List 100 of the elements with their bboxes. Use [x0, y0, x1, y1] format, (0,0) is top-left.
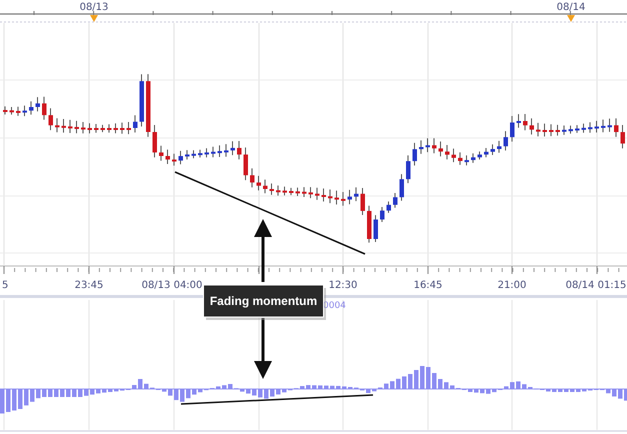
- histogram-bar: [240, 389, 244, 392]
- histogram-bar: [510, 382, 514, 389]
- histogram-bar: [438, 379, 442, 389]
- candlestick: [516, 114, 521, 128]
- histogram-bar: [54, 389, 58, 397]
- histogram-bar: [0, 389, 4, 414]
- histogram-bar: [162, 389, 166, 392]
- candlestick: [419, 140, 424, 154]
- histogram-bar: [102, 389, 106, 393]
- time-label: 5: [2, 280, 8, 291]
- histogram-bar: [96, 389, 100, 394]
- histogram-bar: [414, 370, 418, 389]
- candlestick: [230, 140, 235, 156]
- candlestick: [400, 174, 404, 202]
- candlestick: [490, 144, 495, 156]
- histogram-bar: [84, 389, 88, 396]
- histogram-bar: [486, 389, 490, 394]
- candlestick: [556, 124, 560, 136]
- candlestick: [322, 188, 326, 202]
- candlestick: [88, 122, 92, 134]
- candlestick: [464, 154, 469, 166]
- candlestick: [542, 123, 547, 137]
- histogram-bar: [618, 389, 622, 399]
- indicator-value: 0004: [323, 301, 346, 311]
- candlestick: [530, 118, 534, 136]
- candlestick: [263, 179, 268, 194]
- time-label: 21:00: [498, 280, 526, 291]
- candlestick: [211, 146, 216, 158]
- candlestick: [588, 122, 592, 134]
- histogram-bar: [138, 379, 142, 389]
- candlestick: [250, 168, 254, 188]
- candlestick: [16, 106, 20, 116]
- histogram-bar: [342, 386, 346, 389]
- candlestick: [36, 96, 40, 112]
- candlestick: [10, 106, 14, 116]
- candlestick: [133, 114, 138, 134]
- histogram-bar: [144, 384, 148, 389]
- candlestick: [354, 186, 358, 202]
- candlestick: [393, 192, 398, 208]
- date-label: 08/14: [556, 2, 586, 13]
- candlestick: [94, 124, 98, 134]
- histogram-bar: [24, 389, 28, 406]
- candlestick: [360, 187, 365, 216]
- candlestick: [562, 124, 566, 136]
- candlestick: [218, 144, 222, 158]
- candlestick: [549, 124, 554, 137]
- candlestick: [432, 138, 436, 154]
- candlestick: [55, 118, 60, 133]
- candlestick: [620, 124, 625, 149]
- candlestick: [536, 122, 540, 137]
- candlestick: [172, 153, 176, 166]
- candlestick: [114, 122, 118, 134]
- candlestick: [510, 116, 514, 142]
- histogram-bar: [408, 374, 412, 389]
- candlestick: [120, 122, 124, 134]
- histogram-bar: [18, 389, 22, 409]
- histogram-bar: [270, 389, 274, 397]
- candlestick: [374, 214, 378, 243]
- candlestick: [146, 74, 150, 138]
- histogram-bar: [468, 389, 472, 392]
- marker-icon: [567, 15, 575, 22]
- histogram-bar: [444, 382, 448, 389]
- candlestick: [256, 175, 261, 191]
- arrow: [254, 219, 272, 282]
- candlestick: [3, 106, 8, 115]
- histogram-bar: [168, 389, 172, 396]
- candlestick: [601, 119, 606, 133]
- histogram-bar: [186, 389, 190, 398]
- candlestick: [224, 144, 228, 158]
- histogram-bar: [60, 389, 64, 397]
- candlestick: [296, 187, 300, 196]
- candlestick: [334, 190, 339, 205]
- candlestick: [178, 150, 183, 165]
- candlestick: [523, 114, 528, 131]
- histogram-bar: [420, 366, 424, 389]
- candlestick: [62, 118, 66, 134]
- candlestick: [48, 108, 53, 131]
- candlestick: [341, 191, 346, 206]
- candlestick: [497, 140, 502, 154]
- candlestick: [386, 201, 391, 214]
- candlestick: [100, 124, 105, 133]
- candlestick: [594, 120, 599, 134]
- candlestick: [185, 150, 190, 160]
- histogram-bar: [306, 385, 310, 389]
- histogram-bar: [372, 389, 376, 392]
- histogram-bar: [6, 389, 10, 412]
- candlestick: [504, 130, 508, 151]
- candlestick: [348, 189, 352, 205]
- histogram-bar: [276, 389, 280, 394]
- candlestick: [426, 138, 430, 153]
- candlestick: [367, 205, 372, 244]
- histogram-bar: [30, 389, 34, 402]
- arrow: [254, 318, 272, 379]
- histogram-bar: [336, 386, 340, 389]
- histogram-bar: [330, 386, 334, 389]
- histogram-bar: [522, 384, 526, 389]
- histogram-bar: [252, 389, 256, 396]
- candlestick: [126, 122, 131, 135]
- candlestick: [302, 186, 306, 198]
- histogram-bar: [228, 384, 232, 389]
